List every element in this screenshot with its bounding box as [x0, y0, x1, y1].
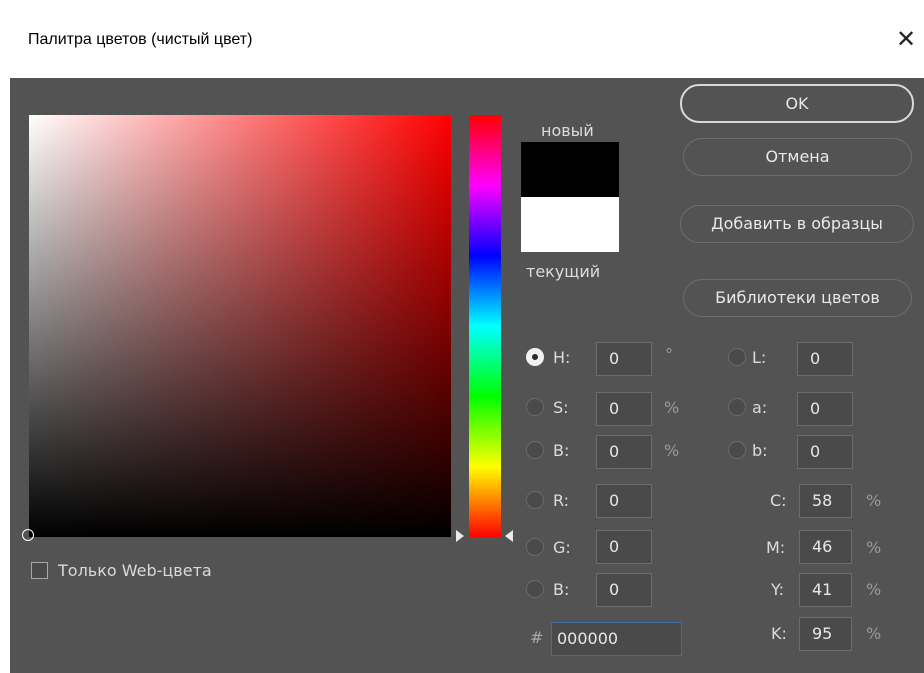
- h-unit: °: [665, 345, 673, 364]
- radio-b[interactable]: [526, 441, 544, 459]
- radio-s[interactable]: [526, 398, 544, 416]
- l-label: L:: [752, 348, 767, 367]
- a-input[interactable]: 0: [797, 392, 853, 426]
- h-input[interactable]: 0: [596, 342, 652, 376]
- lab-b-label: b:: [752, 441, 768, 460]
- b-label: B:: [553, 441, 570, 460]
- y-label: Y:: [771, 580, 785, 599]
- saturation-brightness-field[interactable]: [29, 115, 451, 537]
- window-edge: [0, 78, 10, 673]
- radio-rgb-b[interactable]: [526, 580, 544, 598]
- ok-button[interactable]: OK: [680, 84, 914, 123]
- c-label: C:: [770, 491, 787, 510]
- h-label: H:: [553, 348, 571, 367]
- a-label: a:: [752, 398, 768, 417]
- cancel-button[interactable]: Отмена: [683, 138, 912, 176]
- r-label: R:: [553, 491, 570, 510]
- current-color-label: текущий: [526, 262, 601, 281]
- hex-label: #: [530, 628, 544, 647]
- y-input[interactable]: 41: [799, 573, 852, 607]
- r-input[interactable]: 0: [596, 484, 652, 518]
- dialog-title: Палитра цветов (чистый цвет): [28, 31, 253, 48]
- radio-l[interactable]: [728, 348, 746, 366]
- s-input[interactable]: 0: [596, 392, 652, 426]
- radio-lab-b[interactable]: [728, 441, 746, 459]
- m-unit: %: [866, 538, 882, 557]
- g-input[interactable]: 0: [596, 530, 652, 564]
- m-input[interactable]: 46: [799, 530, 852, 564]
- new-color-swatch: [521, 142, 619, 197]
- color-picker-dialog: Палитра цветов (чистый цвет) ✕ новый тек…: [0, 0, 924, 673]
- current-color-swatch[interactable]: [521, 197, 619, 252]
- s-unit: %: [664, 398, 680, 417]
- radio-r[interactable]: [526, 491, 544, 509]
- c-input[interactable]: 58: [799, 484, 852, 518]
- k-unit: %: [866, 624, 882, 643]
- title-bar: Палитра цветов (чистый цвет) ✕: [0, 0, 924, 78]
- brightness-unit: %: [664, 441, 680, 460]
- lab-b-input[interactable]: 0: [797, 435, 853, 469]
- color-field-cursor-icon[interactable]: [22, 529, 34, 541]
- rgb-b-input[interactable]: 0: [596, 573, 652, 607]
- add-to-swatches-button[interactable]: Добавить в образцы: [680, 205, 914, 243]
- radio-a[interactable]: [728, 398, 746, 416]
- s-label: S:: [553, 398, 569, 417]
- new-color-label: новый: [541, 121, 594, 140]
- hex-input[interactable]: 000000: [551, 622, 682, 656]
- k-input[interactable]: 95: [799, 617, 852, 651]
- radio-g[interactable]: [526, 538, 544, 556]
- c-unit: %: [866, 491, 882, 510]
- color-libraries-button[interactable]: Библиотеки цветов: [683, 279, 912, 317]
- hue-slider-left-arrow-icon[interactable]: [456, 530, 464, 542]
- web-colors-only-label: Только Web-цвета: [58, 561, 212, 580]
- close-icon[interactable]: ✕: [889, 22, 923, 56]
- hue-slider-right-arrow-icon[interactable]: [505, 530, 513, 542]
- web-colors-only-checkbox[interactable]: [31, 562, 48, 579]
- rgb-b-label: B:: [553, 580, 570, 599]
- k-label: K:: [771, 624, 787, 643]
- l-input[interactable]: 0: [797, 342, 853, 376]
- hue-slider[interactable]: [469, 115, 501, 537]
- brightness-input[interactable]: 0: [596, 435, 652, 469]
- radio-h[interactable]: [526, 348, 544, 366]
- y-unit: %: [866, 580, 882, 599]
- g-label: G:: [553, 538, 571, 557]
- m-label: M:: [766, 538, 786, 557]
